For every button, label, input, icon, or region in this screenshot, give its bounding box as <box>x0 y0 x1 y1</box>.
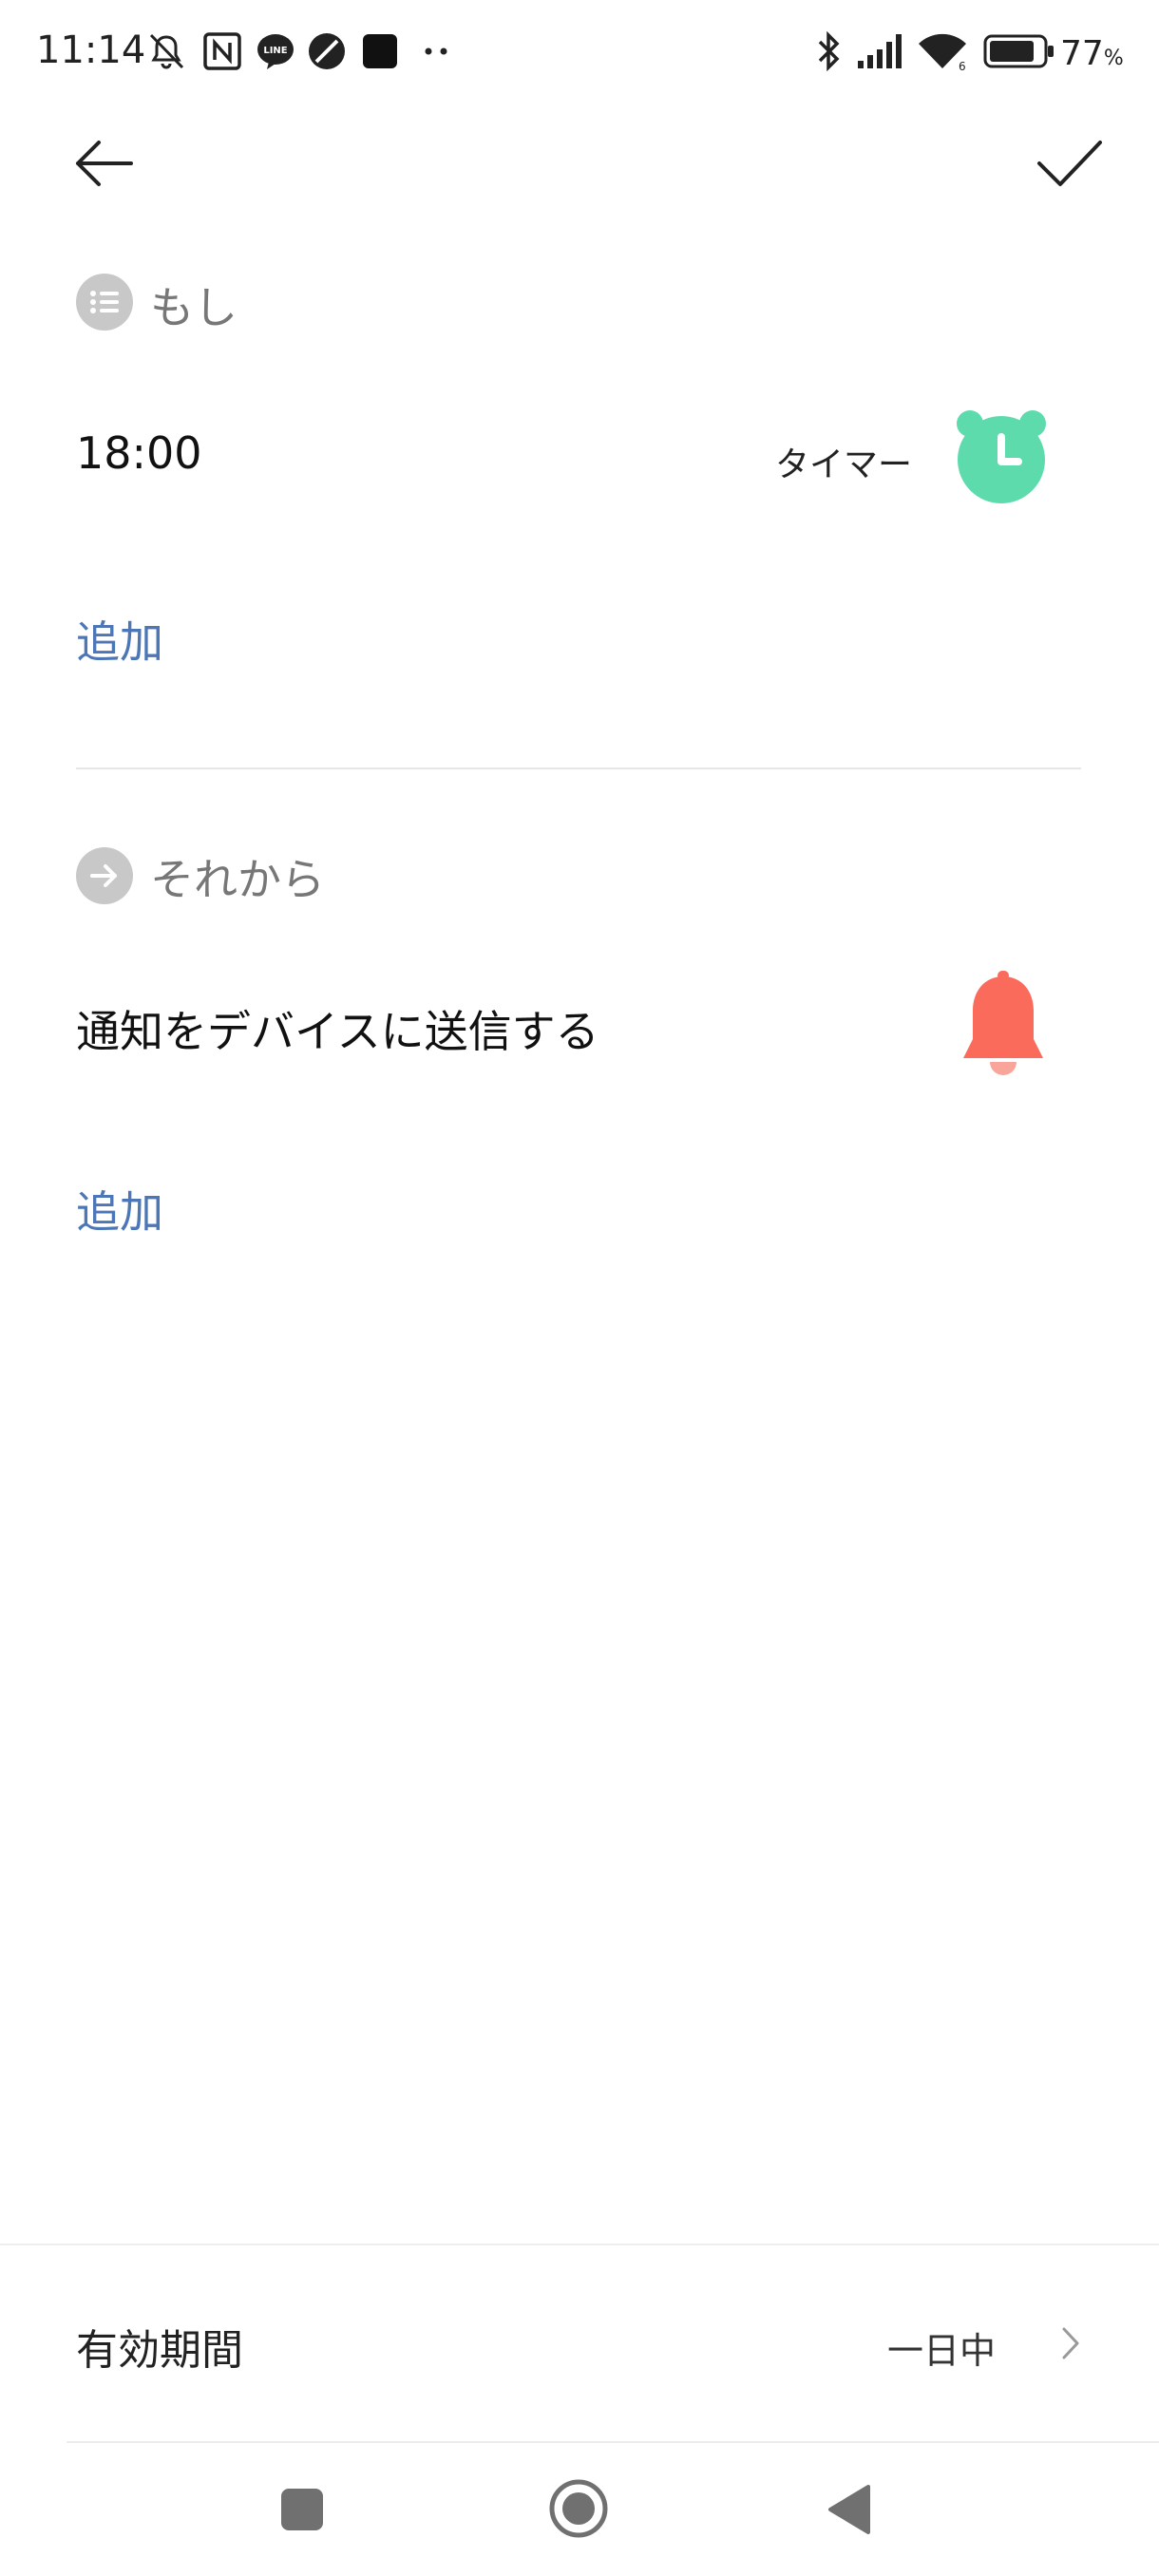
status-time: 11:14 <box>36 28 146 72</box>
battery-percentage: 77% <box>1060 34 1124 73</box>
add-action-link[interactable]: 追加 <box>76 1178 163 1241</box>
bottom-separator <box>0 2244 1159 2245</box>
bell-icon <box>958 971 1049 1085</box>
chevron-right-icon <box>1056 2323 1085 2363</box>
condition-type-label: タイマー <box>775 445 913 484</box>
alarm-clock-icon <box>954 403 1049 507</box>
arrow-left-icon <box>76 141 133 186</box>
arrow-right-icon <box>76 847 133 904</box>
app-square-icon <box>357 28 403 74</box>
status-bar: 11:14 LINE 6 77% <box>0 0 1159 104</box>
bluetooth-icon <box>813 28 846 74</box>
svg-text:6: 6 <box>959 60 966 72</box>
line-icon: LINE <box>253 28 298 74</box>
add-condition-link[interactable]: 追加 <box>76 608 163 671</box>
battery-percent-unit: % <box>1103 47 1124 70</box>
signal-icon <box>855 28 908 74</box>
confirm-button[interactable] <box>1030 123 1110 203</box>
action-label: 通知をデバイスに送信する <box>76 1006 599 1057</box>
action-row-notification[interactable]: 通知をデバイスに送信する <box>0 950 1159 1102</box>
battery-percent-value: 77 <box>1060 34 1104 73</box>
navigation-bar <box>0 2445 1159 2576</box>
checkmark-icon <box>1037 141 1102 186</box>
validity-period-value: 一日中 <box>887 2330 997 2372</box>
section-divider <box>76 767 1081 769</box>
nav-separator <box>66 2441 1159 2443</box>
condition-time: 18:00 <box>76 427 202 479</box>
if-section-label: もし <box>150 282 238 333</box>
mute-vibrate-icon <box>142 28 190 74</box>
svg-text:LINE: LINE <box>263 46 287 56</box>
back-button[interactable] <box>65 123 144 203</box>
more-dots-icon <box>418 28 456 74</box>
wifi-icon: 6 <box>916 28 969 74</box>
home-icon[interactable] <box>547 2477 610 2540</box>
app-icon <box>304 28 350 74</box>
recent-apps-icon[interactable] <box>276 2483 329 2536</box>
condition-row-timer[interactable]: 18:00 タイマー <box>0 380 1159 532</box>
battery-icon <box>982 28 1056 74</box>
list-icon <box>76 274 133 331</box>
nfc-icon <box>200 28 245 74</box>
then-section-label: それから <box>150 854 325 905</box>
back-icon[interactable] <box>823 2483 876 2536</box>
validity-period-label: 有効期間 <box>76 2326 243 2375</box>
